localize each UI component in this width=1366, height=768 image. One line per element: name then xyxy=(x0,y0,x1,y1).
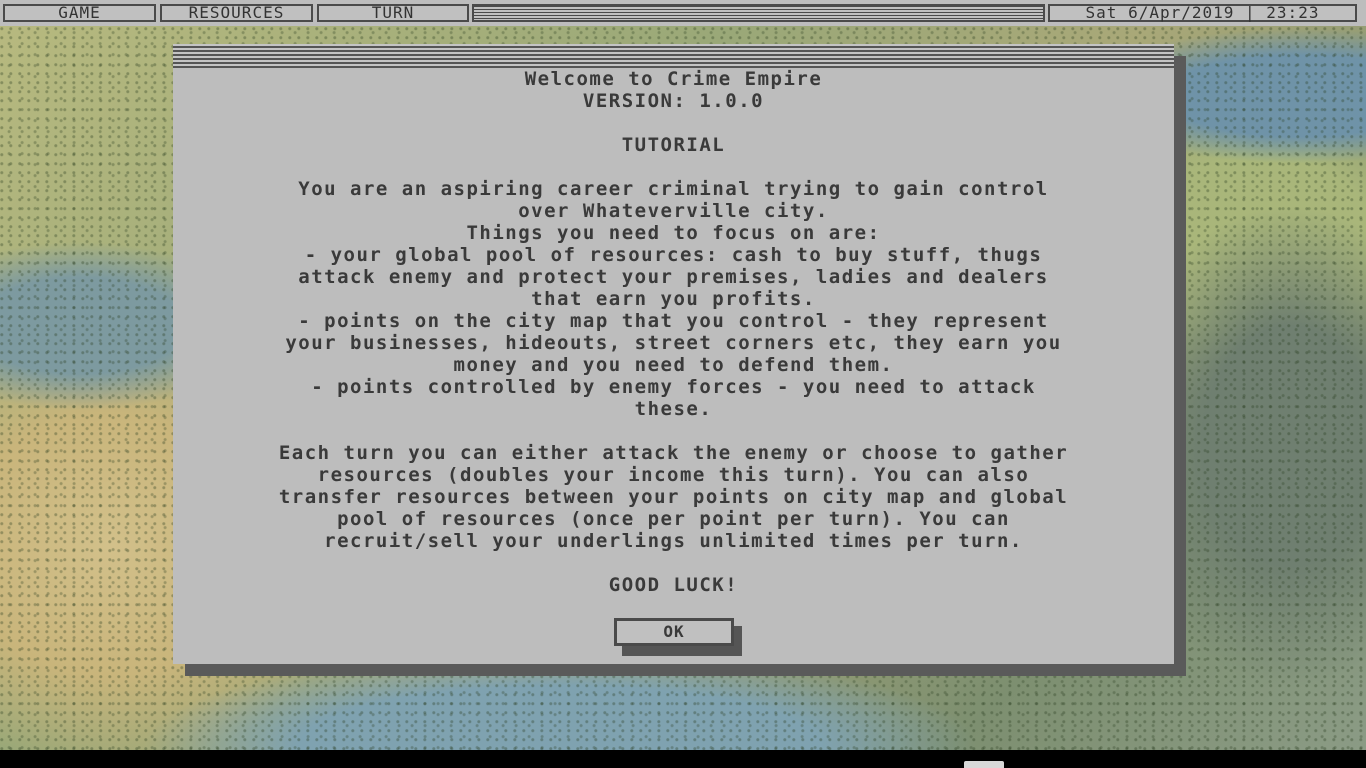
good-luck-text: GOOD LUCK! xyxy=(608,574,739,596)
intro-line: money and you need to defend them. xyxy=(453,354,894,376)
top-menu-bar: GAME RESOURCES TURN Sat 6/Apr/2019 | 23:… xyxy=(0,0,1366,26)
intro-line: - points controlled by enemy forces - yo… xyxy=(311,376,1036,398)
dialog-title: Welcome to Crime Empire xyxy=(524,68,823,90)
intro-line: these. xyxy=(634,398,713,420)
bottom-strip xyxy=(0,750,1366,768)
dialog-body: Welcome to Crime Empire VERSION: 1.0.0 T… xyxy=(173,68,1174,596)
intro-line: - your global pool of resources: cash to… xyxy=(304,244,1043,266)
taskbar-handle xyxy=(964,761,1004,768)
intro-line: attack enemy and protect your premises, … xyxy=(298,266,1049,288)
intro-line: your businesses, hideouts, street corner… xyxy=(285,332,1062,354)
intro-line: over Whateverville city. xyxy=(518,200,829,222)
dialog-titlebar[interactable] xyxy=(173,44,1174,68)
menu-game-button[interactable]: GAME xyxy=(3,4,156,22)
intro-line: You are an aspiring career criminal tryi… xyxy=(298,178,1049,200)
turn-line: resources (doubles your income this turn… xyxy=(317,464,1030,486)
tutorial-dialog: Welcome to Crime Empire VERSION: 1.0.0 T… xyxy=(173,44,1174,664)
menu-turn-button[interactable]: TURN xyxy=(317,4,469,22)
menubar-stripes xyxy=(472,4,1045,22)
intro-line: - points on the city map that you contro… xyxy=(298,310,1049,332)
version-text: VERSION: 1.0.0 xyxy=(582,90,765,112)
intro-line: that earn you profits. xyxy=(531,288,816,310)
turn-line: Each turn you can either attack the enem… xyxy=(278,442,1069,464)
tutorial-heading: TUTORIAL xyxy=(621,134,726,156)
date-time-display: Sat 6/Apr/2019 | 23:23 xyxy=(1048,4,1357,22)
turn-line: recruit/sell your underlings unlimited t… xyxy=(324,530,1023,552)
ok-button[interactable]: OK xyxy=(614,618,734,646)
intro-line: Things you need to focus on are: xyxy=(466,222,881,244)
turn-line: pool of resources (once per point per tu… xyxy=(337,508,1010,530)
menu-resources-button[interactable]: RESOURCES xyxy=(160,4,313,22)
turn-line: transfer resources between your points o… xyxy=(278,486,1069,508)
